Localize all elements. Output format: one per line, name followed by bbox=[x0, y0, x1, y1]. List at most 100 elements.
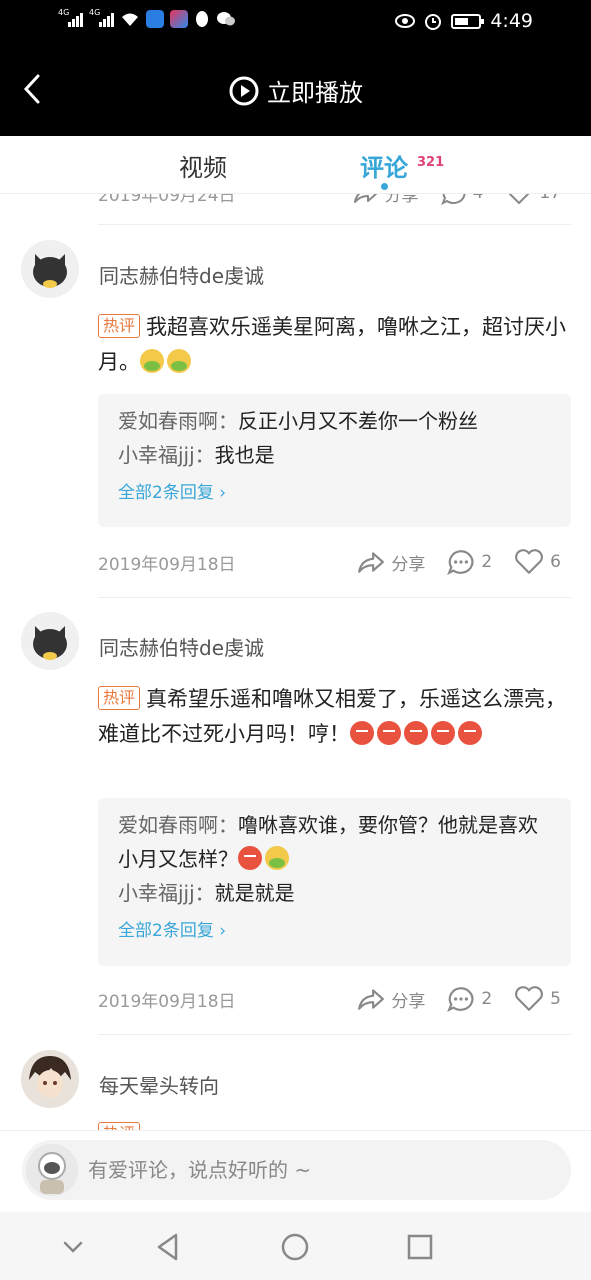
status-bar: 4G 4G 4:49 bbox=[0, 0, 591, 44]
share-icon bbox=[358, 989, 385, 1010]
like-button[interactable]: 17 bbox=[505, 194, 561, 205]
share-icon bbox=[353, 194, 377, 203]
comment-actions: 分享 4 17 bbox=[353, 194, 561, 206]
play-now-button[interactable]: 立即播放 bbox=[229, 73, 363, 108]
nauseated-emoji-icon bbox=[140, 349, 164, 373]
chevron-down-icon bbox=[63, 1241, 83, 1253]
comment-input-bar bbox=[0, 1130, 591, 1212]
reply-author[interactable]: 小幸福jjj bbox=[118, 881, 195, 905]
like-button[interactable]: 5 bbox=[514, 986, 561, 1012]
tab-bar: 视频 评论 321 bbox=[0, 136, 591, 194]
view-all-replies-link[interactable]: 全部2条回复 › bbox=[118, 914, 226, 948]
angry-emoji-icon bbox=[431, 721, 455, 745]
nav-home-button[interactable] bbox=[278, 1230, 312, 1264]
comment-count-badge: 321 bbox=[417, 155, 445, 170]
comment-input[interactable] bbox=[88, 1150, 548, 1190]
angry-emoji-icon bbox=[404, 721, 428, 745]
avatar[interactable] bbox=[21, 612, 79, 670]
signal-icon: 4G bbox=[58, 8, 83, 27]
comment-bubble-icon bbox=[447, 550, 474, 575]
comment-content: 真希望乐遥和噜咻又相爱了，乐遥这么漂亮，难道比不过死小月吗！哼！ bbox=[98, 687, 567, 746]
chevron-left-icon bbox=[23, 74, 40, 104]
divider bbox=[98, 1034, 571, 1035]
reply-line: 小幸福jjj：我也是 bbox=[118, 443, 275, 467]
cat-avatar-icon bbox=[21, 612, 79, 670]
comment-text: 热评 我超喜欢乐遥美星阿离，噜咻之江，超讨厌小月。 bbox=[98, 310, 572, 380]
tab-video[interactable]: 视频 bbox=[179, 148, 227, 183]
username[interactable]: 每天晕头转向 bbox=[99, 1070, 219, 1099]
share-label: 分享 bbox=[391, 991, 426, 1012]
reply-count: 2 bbox=[481, 989, 493, 1009]
share-icon bbox=[358, 552, 385, 573]
reply-text: 就是就是 bbox=[214, 881, 295, 905]
share-button[interactable]: 分享 bbox=[357, 987, 425, 1012]
comment-date: 2019年09月18日 bbox=[98, 554, 236, 575]
hot-badge: 热评 bbox=[98, 1122, 141, 1130]
heart-icon bbox=[508, 194, 530, 204]
reply-author[interactable]: 爱如春雨啊 bbox=[118, 409, 218, 433]
anime-avatar-icon bbox=[21, 1050, 79, 1108]
back-button[interactable] bbox=[20, 72, 48, 106]
angry-emoji-icon bbox=[238, 846, 262, 870]
reply-button[interactable]: 2 bbox=[447, 986, 492, 1012]
astronaut-avatar-icon bbox=[26, 1144, 78, 1196]
angry-emoji-icon bbox=[377, 721, 401, 745]
username[interactable]: 同志赫伯特de虔诚 bbox=[99, 632, 264, 661]
wechat-icon bbox=[217, 12, 235, 26]
nauseated-emoji-icon bbox=[265, 846, 289, 870]
share-button[interactable]: 分享 bbox=[353, 194, 419, 206]
circle-home-icon bbox=[281, 1233, 309, 1261]
comment-date: 2019年09月24日 bbox=[98, 194, 236, 206]
reply-box[interactable]: 爱如春雨啊：噜咻喜欢谁，要你管？他就是喜欢小月又怎样？ 小幸福jjj：就是就是 … bbox=[98, 798, 571, 966]
play-circle-icon bbox=[229, 76, 259, 105]
wifi-icon bbox=[122, 13, 138, 26]
angry-emoji-icon bbox=[350, 721, 374, 745]
hide-nav-button[interactable] bbox=[56, 1230, 90, 1264]
hot-badge: 热评 bbox=[98, 686, 141, 710]
alarm-icon bbox=[425, 14, 442, 30]
comment-feed[interactable]: 2019年09月24日 分享 4 17 同志赫伯特de虔诚 热评我超喜欢乐遥美星… bbox=[0, 194, 591, 1130]
hot-badge: 热评 bbox=[98, 314, 141, 338]
comment-actions: 分享 2 6 bbox=[357, 549, 561, 575]
user-avatar[interactable] bbox=[26, 1144, 78, 1196]
reply-line: 爱如春雨啊：反正小月又不差你一个粉丝 bbox=[118, 409, 478, 433]
heart-icon bbox=[515, 549, 544, 574]
nav-recents-button[interactable] bbox=[403, 1230, 437, 1264]
avatar[interactable] bbox=[21, 1050, 79, 1108]
share-button[interactable]: 分享 bbox=[357, 550, 425, 575]
square-recents-icon bbox=[407, 1234, 433, 1260]
angry-emoji-icon bbox=[458, 721, 482, 745]
reply-count: 2 bbox=[481, 552, 493, 572]
reply-button[interactable]: 2 bbox=[447, 549, 492, 575]
reply-line: 小幸福jjj：就是就是 bbox=[118, 881, 295, 905]
like-count: 5 bbox=[550, 989, 561, 1009]
nav-back-button[interactable] bbox=[152, 1230, 186, 1264]
reply-author[interactable]: 爱如春雨啊 bbox=[118, 813, 218, 837]
reply-text: 反正小月又不差你一个粉丝 bbox=[238, 409, 478, 433]
comment-input-box[interactable] bbox=[22, 1140, 571, 1200]
reply-button[interactable]: 4 bbox=[440, 194, 483, 205]
avatar[interactable] bbox=[21, 240, 79, 298]
system-nav-bar bbox=[0, 1212, 591, 1280]
like-button[interactable]: 6 bbox=[514, 549, 561, 575]
comment-bubble-icon bbox=[440, 194, 465, 205]
tab-comments[interactable]: 评论 bbox=[360, 148, 408, 183]
status-right-icons: 4:49 bbox=[395, 10, 533, 32]
reply-author[interactable]: 小幸福jjj bbox=[118, 443, 195, 467]
partial-comment-meta: 2019年09月24日 分享 4 17 bbox=[98, 194, 571, 208]
youku-app-icon bbox=[170, 10, 188, 28]
comment-text: 热评 bbox=[98, 1118, 572, 1130]
comment-meta: 2019年09月18日 分享 2 6 bbox=[98, 547, 571, 577]
divider bbox=[98, 224, 571, 225]
reply-line: 爱如春雨啊：噜咻喜欢谁，要你管？他就是喜欢小月又怎样？ bbox=[118, 813, 538, 871]
like-count: 6 bbox=[550, 552, 561, 572]
reply-box[interactable]: 爱如春雨啊：反正小月又不差你一个粉丝 小幸福jjj：我也是 全部2条回复 › bbox=[98, 394, 571, 527]
username[interactable]: 同志赫伯特de虔诚 bbox=[99, 260, 264, 289]
view-all-replies-link[interactable]: 全部2条回复 › bbox=[118, 476, 226, 510]
comment-actions: 分享 2 5 bbox=[357, 986, 561, 1012]
status-time: 4:49 bbox=[490, 10, 533, 32]
comment-date: 2019年09月18日 bbox=[98, 991, 236, 1012]
shield-app-icon bbox=[146, 10, 164, 28]
divider bbox=[98, 597, 571, 598]
view-all-replies-label: 全部2条回复 bbox=[118, 483, 214, 503]
